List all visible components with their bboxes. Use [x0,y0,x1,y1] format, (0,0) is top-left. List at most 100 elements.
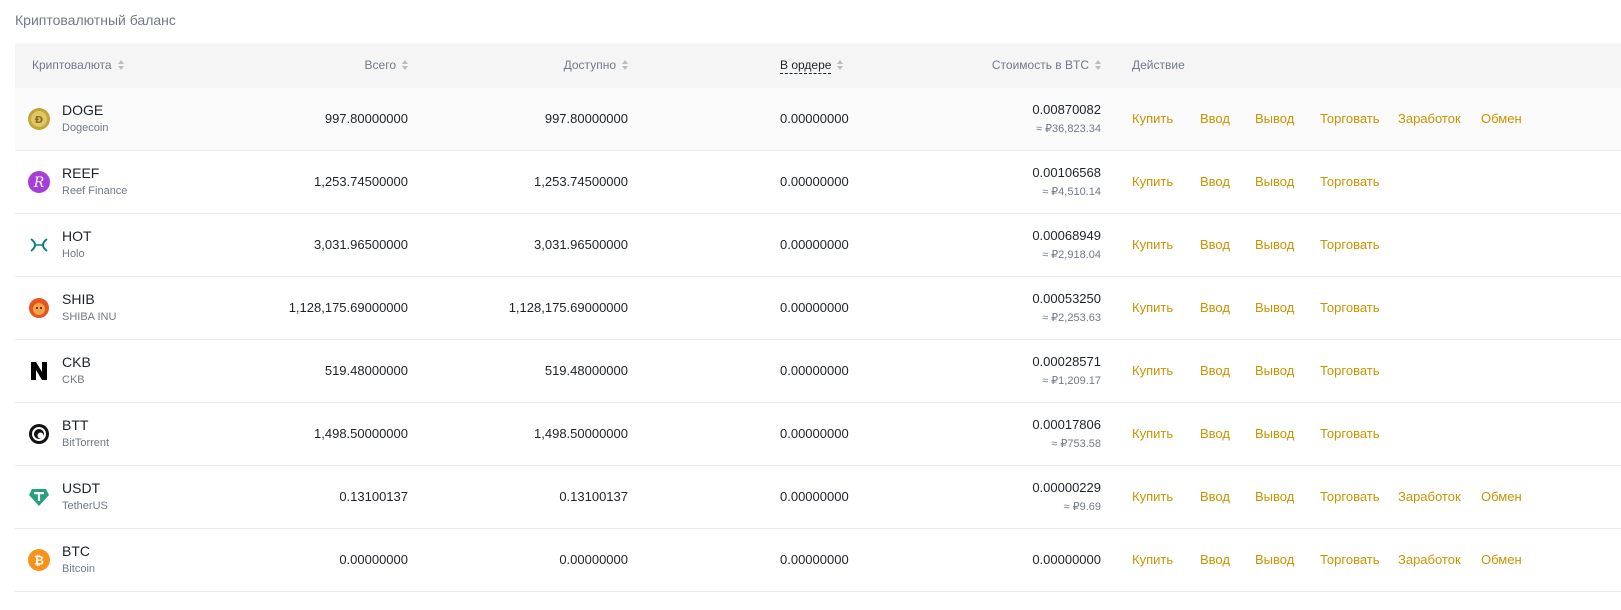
deposit-link[interactable]: Ввод [1200,237,1230,252]
column-available[interactable]: Доступно [564,43,628,88]
svg-text:₿: ₿ [34,554,44,568]
coin-name: CKB [62,374,85,386]
deposit-link[interactable]: Ввод [1200,363,1230,378]
available-value: 3,031.96500000 [534,237,628,252]
available-value: 997.80000000 [544,111,628,126]
earn-link[interactable]: Заработок [1398,489,1461,504]
column-coin[interactable]: Криптовалюта [32,43,124,88]
convert-link[interactable]: Обмен [1481,111,1522,126]
withdraw-link[interactable]: Вывод [1255,489,1294,504]
buy-link[interactable]: Купить [1132,363,1173,378]
trade-link[interactable]: Торговать [1320,300,1380,315]
sort-icon [402,59,408,70]
coin-name: TetherUS [62,500,108,512]
fiat-value: ≈ ₽2,918.04 [1042,249,1101,261]
total-value: 0.00000000 [339,552,408,567]
coin-name: Bitcoin [62,563,96,575]
coin-name: Holo [62,248,85,260]
deposit-link[interactable]: Ввод [1200,489,1230,504]
buy-link[interactable]: Купить [1132,489,1173,504]
trade-link[interactable]: Торговать [1320,426,1380,441]
coin-name: BitTorrent [62,437,110,449]
table-row[interactable]: SHIB SHIBA INU 1,128,175.69000000 1,128,… [15,277,1621,340]
trade-link[interactable]: Торговать [1320,111,1380,126]
deposit-link[interactable]: Ввод [1200,300,1230,315]
convert-link[interactable]: Обмен [1481,552,1522,567]
withdraw-link[interactable]: Вывод [1255,363,1294,378]
coin-symbol: USDT [62,480,101,496]
buy-link[interactable]: Купить [1132,426,1173,441]
column-available-label: Доступно [563,58,616,72]
withdraw-link[interactable]: Вывод [1255,111,1294,126]
reef-icon: R [28,171,50,193]
trade-link[interactable]: Торговать [1320,237,1380,252]
coin-symbol: BTT [62,417,89,433]
table-row[interactable]: CKB CKB 519.48000000 519.48000000 0.0000… [15,340,1621,403]
buy-link[interactable]: Купить [1132,174,1173,189]
table-row[interactable]: HOT Holo 3,031.96500000 3,031.96500000 0… [15,214,1621,277]
deposit-link[interactable]: Ввод [1200,174,1230,189]
withdraw-link[interactable]: Вывод [1255,174,1294,189]
column-in-order[interactable]: В ордере [780,43,844,88]
deposit-link[interactable]: Ввод [1200,426,1230,441]
btc-icon: ₿ [28,549,50,571]
table-row[interactable]: ₿ BTC Bitcoin 0.00000000 0.00000000 0.00… [15,529,1621,592]
total-value: 1,253.74500000 [314,174,408,189]
coin-symbol: REEF [62,165,100,181]
in-order-value: 0.00000000 [780,300,849,315]
coin-symbol: DOGE [62,102,104,118]
svg-text:Ð: Ð [35,115,43,126]
shib-icon [28,297,50,319]
column-btc-value[interactable]: Стоимость в BTC [992,43,1101,88]
column-total[interactable]: Всего [365,43,408,88]
buy-link[interactable]: Купить [1132,111,1173,126]
buy-link[interactable]: Купить [1132,552,1173,567]
in-order-value: 0.00000000 [780,174,849,189]
coin-symbol: CKB [62,354,91,370]
fiat-value: ≈ ₽9.69 [1063,501,1101,513]
table-row[interactable]: BTT BitTorrent 1,498.50000000 1,498.5000… [15,403,1621,466]
sort-icon [1095,59,1101,70]
available-value: 519.48000000 [544,363,628,378]
available-value: 1,128,175.69000000 [508,300,628,315]
usdt-icon [28,486,50,508]
balance-table: Криптовалюта Всего Доступно В ордере Сто… [15,43,1621,592]
trade-link[interactable]: Торговать [1320,489,1380,504]
table-row[interactable]: R REEF Reef Finance 1,253.74500000 1,253… [15,151,1621,214]
coin-symbol: SHIB [62,291,95,307]
fiat-value: ≈ ₽4,510.14 [1042,186,1101,198]
table-row[interactable]: Ð DOGE Dogecoin 997.80000000 997.8000000… [15,88,1621,151]
available-value: 1,498.50000000 [534,426,628,441]
withdraw-link[interactable]: Вывод [1255,300,1294,315]
column-total-label: Всего [364,58,396,72]
deposit-link[interactable]: Ввод [1200,111,1230,126]
doge-icon: Ð [28,108,50,130]
buy-link[interactable]: Купить [1132,237,1173,252]
svg-text:R: R [33,175,45,191]
total-value: 997.80000000 [324,111,408,126]
earn-link[interactable]: Заработок [1398,552,1461,567]
trade-link[interactable]: Торговать [1320,363,1380,378]
buy-link[interactable]: Купить [1132,300,1173,315]
btc-value: 0.00053250 [1032,291,1101,306]
withdraw-link[interactable]: Вывод [1255,552,1294,567]
coin-name: Reef Finance [62,185,128,197]
trade-link[interactable]: Торговать [1320,552,1380,567]
earn-link[interactable]: Заработок [1398,111,1461,126]
withdraw-link[interactable]: Вывод [1255,426,1294,441]
deposit-link[interactable]: Ввод [1200,552,1230,567]
sort-icon [117,59,124,70]
withdraw-link[interactable]: Вывод [1255,237,1294,252]
column-action-label: Действие [1132,58,1185,72]
column-action: Действие [1132,43,1185,88]
convert-link[interactable]: Обмен [1481,489,1522,504]
sort-icon [837,59,844,70]
in-order-value: 0.00000000 [780,426,849,441]
trade-link[interactable]: Торговать [1320,174,1380,189]
fiat-value: ≈ ₽36,823.34 [1035,123,1101,135]
total-value: 0.13100137 [339,489,408,504]
coin-symbol: HOT [62,228,92,244]
table-header: Криптовалюта Всего Доступно В ордере Сто… [15,43,1621,88]
table-row[interactable]: USDT TetherUS 0.13100137 0.13100137 0.00… [15,466,1621,529]
column-in-order-label: В ордере [780,58,832,74]
